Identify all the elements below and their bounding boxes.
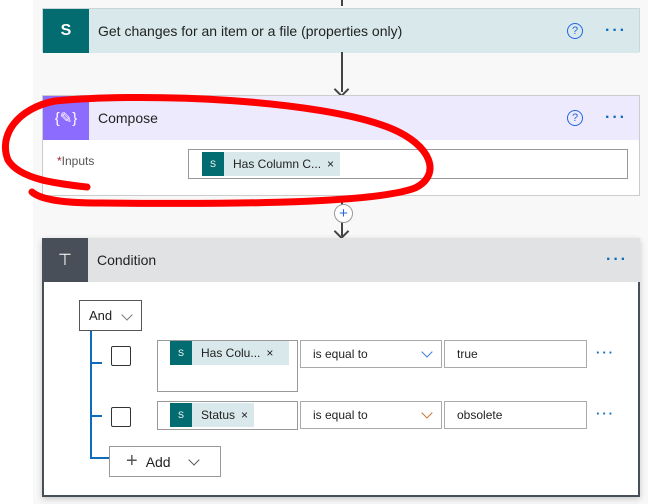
red-annotation-circle	[2, 93, 434, 207]
annotation-stroke	[2, 93, 434, 207]
